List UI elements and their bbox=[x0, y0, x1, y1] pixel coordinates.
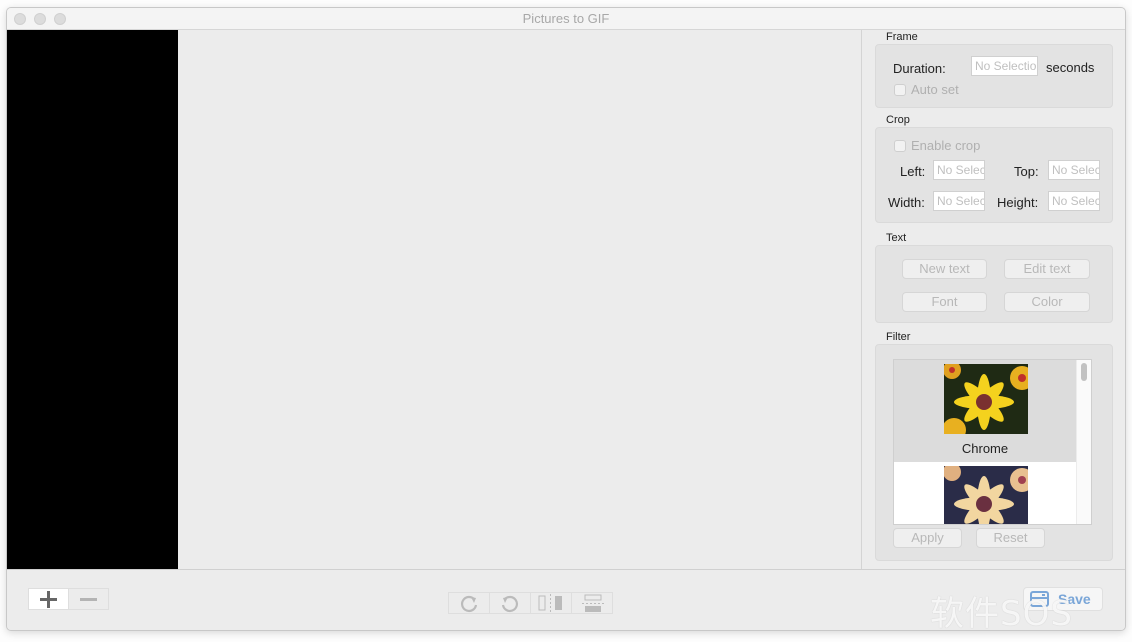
rotate-clockwise-button[interactable] bbox=[448, 592, 490, 614]
text-section: New text Edit text Font Color bbox=[875, 245, 1113, 323]
chrome-filter-preview-image bbox=[944, 364, 1028, 434]
crop-top-label: Top: bbox=[1014, 164, 1039, 179]
crop-width-label: Width: bbox=[888, 195, 925, 210]
filter-item-chrome[interactable]: Chrome bbox=[894, 360, 1076, 462]
reset-filter-button[interactable]: Reset bbox=[976, 528, 1045, 548]
watermark-text: 软件SOS bbox=[930, 594, 1073, 634]
minus-icon bbox=[80, 598, 97, 601]
filter-list[interactable]: Chrome bbox=[893, 359, 1092, 525]
scrollbar-thumb[interactable] bbox=[1081, 363, 1087, 381]
plus-icon bbox=[40, 591, 57, 608]
vintage-filter-preview-image bbox=[944, 466, 1028, 524]
color-button[interactable]: Color bbox=[1004, 292, 1090, 312]
crop-section: Enable crop Left: No Selection Top: No S… bbox=[875, 127, 1113, 223]
new-text-button[interactable]: New text bbox=[902, 259, 987, 279]
crop-left-label: Left: bbox=[900, 164, 926, 179]
frame-section-label: Frame bbox=[886, 31, 918, 43]
title-bar: Pictures to GIF bbox=[7, 8, 1125, 30]
window-title: Pictures to GIF bbox=[522, 11, 610, 26]
flip-vertical-icon bbox=[582, 594, 604, 612]
rotate-clockwise-icon bbox=[461, 595, 478, 612]
image-preview bbox=[178, 30, 861, 569]
flip-horizontal-button[interactable] bbox=[530, 592, 572, 614]
duration-unit-label: seconds bbox=[1046, 60, 1095, 75]
auto-set-label: Auto set bbox=[911, 82, 959, 97]
filter-name: Chrome bbox=[961, 441, 1009, 456]
crop-top-field[interactable]: No Selection bbox=[1048, 160, 1100, 180]
edit-text-button[interactable]: Edit text bbox=[1004, 259, 1090, 279]
flip-horizontal-icon bbox=[538, 594, 562, 612]
filter-section: Chrome Apply Reset bbox=[875, 344, 1113, 561]
enable-crop-checkbox[interactable] bbox=[894, 140, 906, 152]
crop-height-field[interactable]: No Selection bbox=[1048, 191, 1100, 211]
filter-section-label: Filter bbox=[886, 331, 911, 343]
app-window: Pictures to GIF Frame Duration: No Selec… bbox=[6, 7, 1126, 631]
auto-set-checkbox[interactable] bbox=[894, 84, 906, 96]
flip-vertical-button[interactable] bbox=[571, 592, 613, 614]
settings-panel: Frame Duration: No Selection seconds Aut… bbox=[861, 30, 1125, 569]
crop-width-field[interactable]: No Selection bbox=[933, 191, 985, 211]
thumbnail-list[interactable] bbox=[7, 30, 178, 569]
duration-label: Duration: bbox=[893, 61, 946, 76]
enable-crop-label: Enable crop bbox=[911, 138, 981, 153]
apply-filter-button[interactable]: Apply bbox=[893, 528, 962, 548]
crop-height-label: Height: bbox=[997, 195, 1039, 210]
duration-field[interactable]: No Selection bbox=[971, 56, 1038, 76]
crop-left-field[interactable]: No Selection bbox=[933, 160, 985, 180]
text-section-label: Text bbox=[886, 232, 907, 244]
rotate-counterclockwise-button[interactable] bbox=[489, 592, 531, 614]
crop-section-label: Crop bbox=[886, 114, 910, 126]
filter-item-vintage[interactable] bbox=[894, 462, 1076, 524]
add-image-button[interactable] bbox=[28, 588, 69, 610]
remove-image-button[interactable] bbox=[68, 588, 109, 610]
font-button[interactable]: Font bbox=[902, 292, 987, 312]
frame-section: Duration: No Selection seconds Auto set bbox=[875, 44, 1113, 108]
rotate-counterclockwise-icon bbox=[501, 595, 518, 612]
filter-list-scrollbar[interactable] bbox=[1076, 360, 1091, 524]
